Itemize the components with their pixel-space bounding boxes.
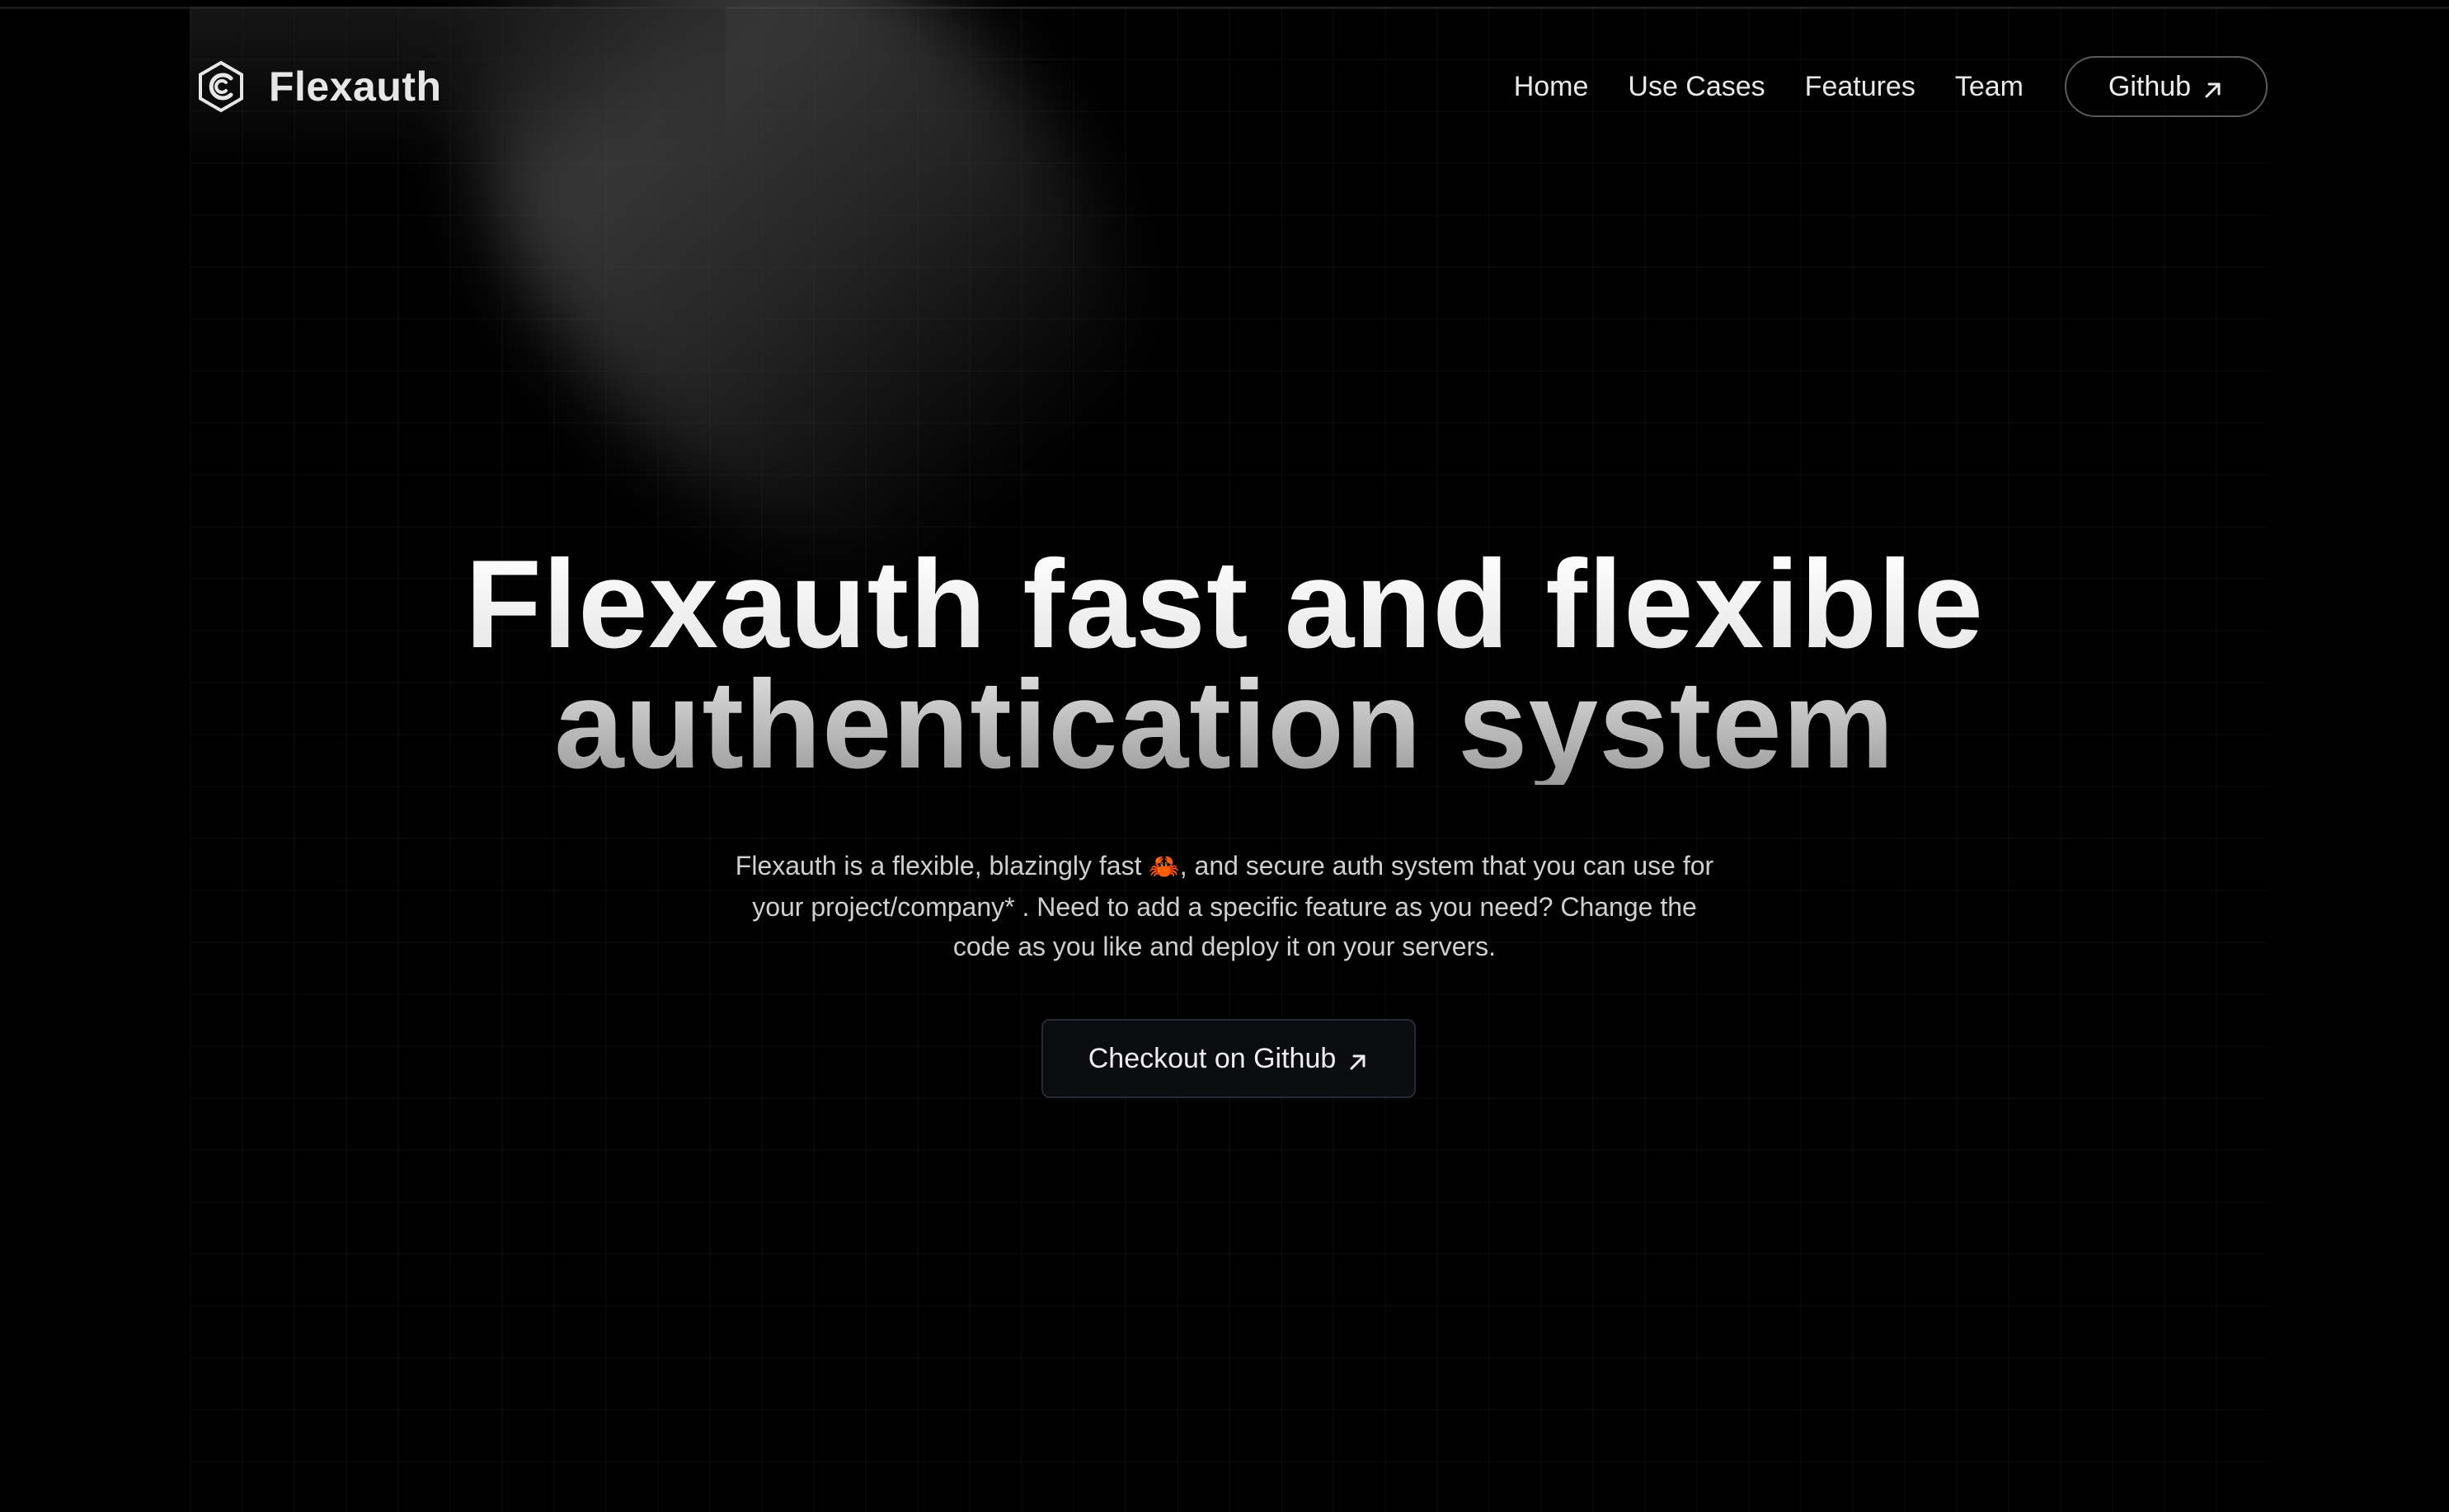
brand-name: Flexauth — [269, 63, 442, 110]
hero-description-part-1: Flexauth is a flexible, blazingly fast — [735, 851, 1149, 880]
nav-item-use-cases[interactable]: Use Cases — [1628, 71, 1765, 103]
top-navigation: Flexauth Home Use Cases Features Team Gi… — [195, 54, 2268, 119]
hero-title: Flexauth fast and flexible authenticatio… — [0, 544, 2449, 785]
nav-item-team[interactable]: Team — [1955, 71, 2024, 103]
github-button-label: Github — [2108, 70, 2192, 102]
nav-item-features[interactable]: Features — [1805, 71, 1915, 103]
arrow-up-right-icon — [2202, 76, 2224, 98]
hero-title-line-1: Flexauth fast and flexible — [465, 534, 1984, 674]
hero-title-line-2: authentication system — [554, 655, 1895, 795]
nav-item-home[interactable]: Home — [1514, 71, 1589, 103]
nav-links: Home Use Cases Features Team Github — [1514, 54, 2268, 119]
brand[interactable]: Flexauth — [195, 54, 442, 119]
flexauth-logo-icon — [195, 60, 247, 113]
arrow-up-right-icon — [1347, 1048, 1369, 1070]
crab-emoji-icon: 🦀 — [1149, 853, 1180, 880]
landing-page: Flexauth Home Use Cases Features Team Gi… — [0, 0, 2449, 1512]
checkout-github-button[interactable]: Checkout on Github — [1041, 1019, 1416, 1098]
hero-description: Flexauth is a flexible, blazingly fast 🦀… — [730, 846, 1719, 966]
github-button[interactable]: Github — [2065, 56, 2268, 117]
checkout-github-label: Checkout on Github — [1088, 1042, 1337, 1074]
